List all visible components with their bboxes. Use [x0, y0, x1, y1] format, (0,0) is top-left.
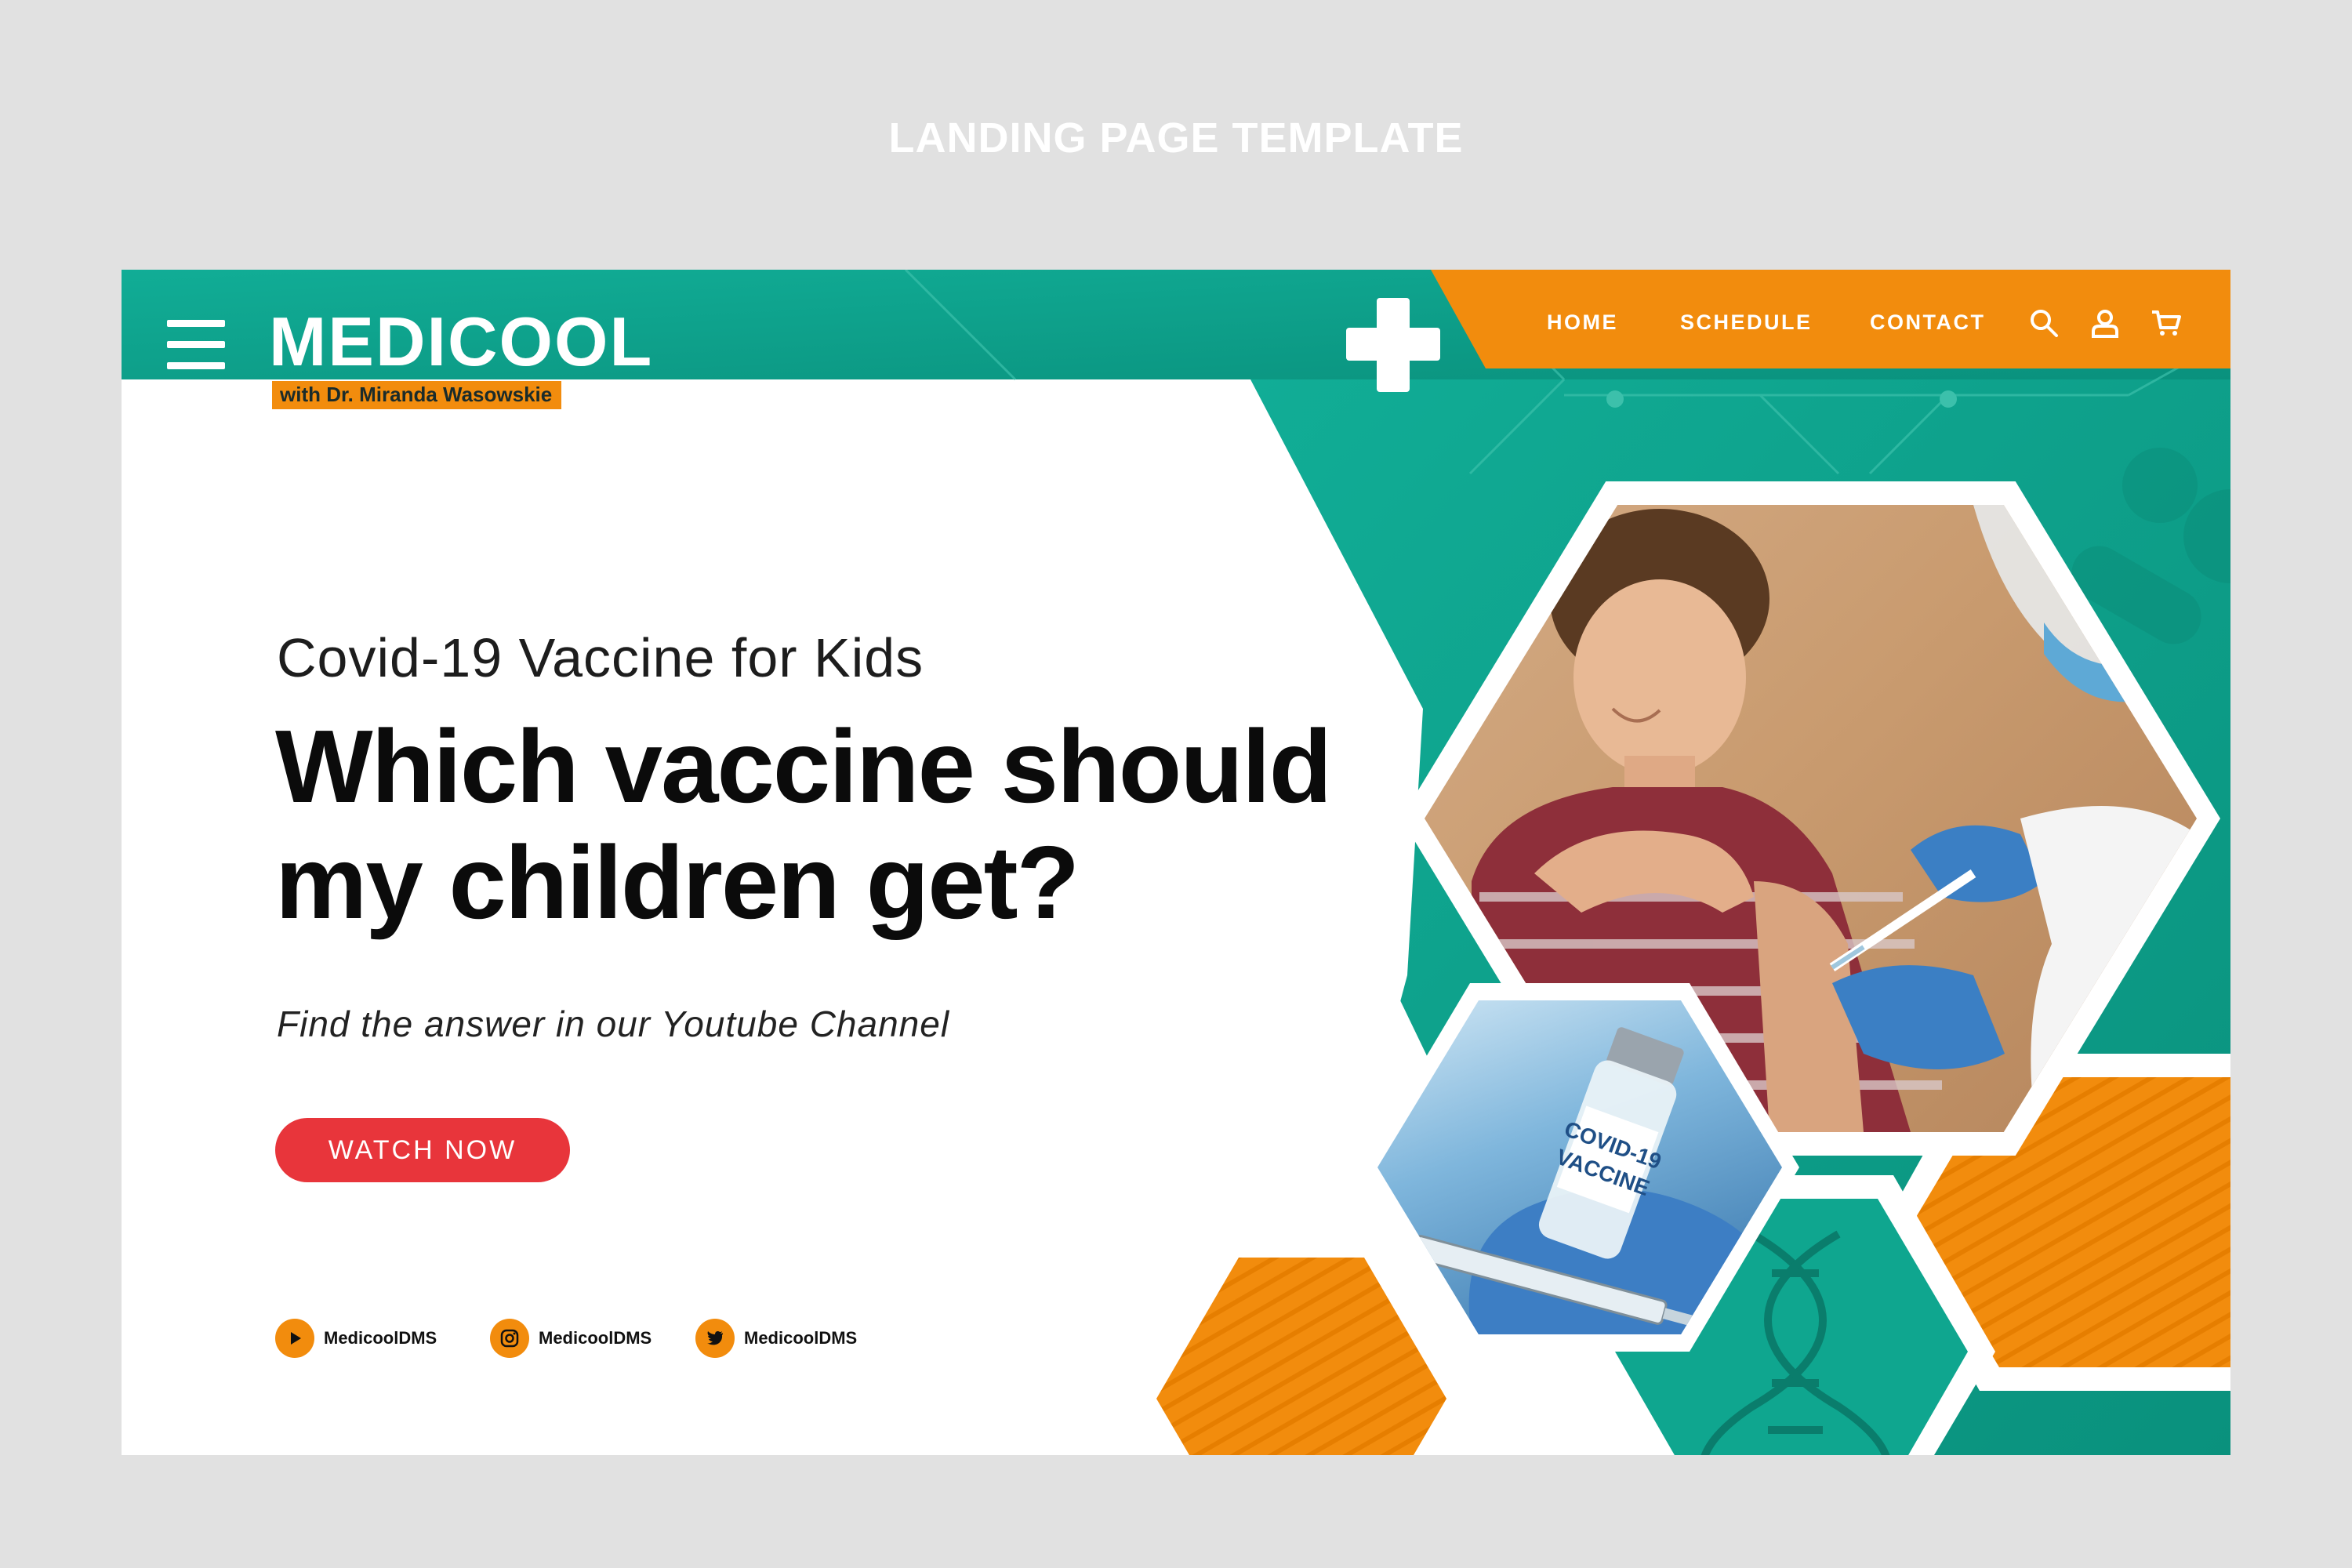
social-youtube[interactable]: MedicoolDMS	[275, 1319, 437, 1358]
social-handle: MedicoolDMS	[324, 1328, 437, 1348]
menu-icon[interactable]	[167, 320, 225, 370]
social-instagram[interactable]: MedicoolDMS	[490, 1319, 652, 1358]
user-icon[interactable]	[2089, 307, 2121, 339]
cart-icon[interactable]	[2151, 307, 2182, 339]
youtube-play-icon	[275, 1319, 314, 1358]
landing-page-frame: MEDICOOL with Dr. Miranda Wasowskie HOME…	[122, 270, 2230, 1455]
page-caption: LANDING PAGE TEMPLATE	[888, 114, 1464, 162]
vaccine-vial-illustration: COVID-19 VACCINE	[1391, 1027, 1782, 1334]
hero-subtitle: Covid-19 Vaccine for Kids	[277, 627, 924, 688]
nav-home[interactable]: HOME	[1547, 310, 1618, 335]
social-twitter[interactable]: MedicoolDMS	[695, 1319, 857, 1358]
hero-headline: Which vaccine should my children get?	[275, 709, 1332, 940]
hero-tagline: Find the answer in our Youtube Channel	[277, 1004, 950, 1044]
nav-contact[interactable]: CONTACT	[1870, 310, 1985, 335]
search-icon[interactable]	[2028, 307, 2060, 339]
twitter-icon	[695, 1319, 735, 1358]
social-handle: MedicoolDMS	[539, 1328, 652, 1348]
social-handle: MedicoolDMS	[744, 1328, 858, 1348]
instagram-icon	[490, 1319, 529, 1358]
watch-now-button[interactable]: WATCH NOW	[275, 1118, 570, 1182]
brand-logo[interactable]: MEDICOOL	[269, 307, 653, 376]
nav-schedule[interactable]: SCHEDULE	[1680, 310, 1813, 335]
brand-tagline: with Dr. Miranda Wasowskie	[272, 381, 562, 409]
